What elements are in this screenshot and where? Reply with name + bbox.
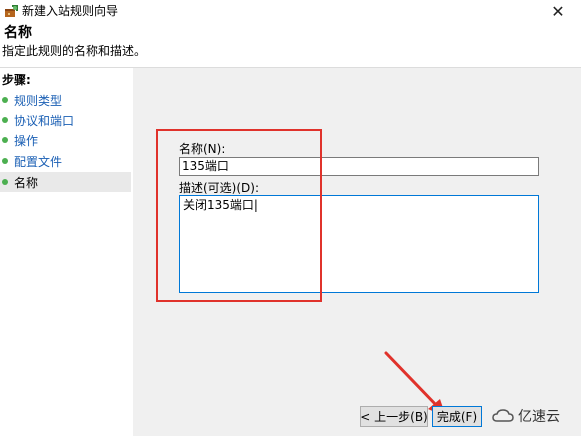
- green-bullet-icon: [2, 137, 8, 143]
- green-bullet-icon: [2, 179, 8, 185]
- green-bullet-icon: [2, 158, 8, 164]
- step-label: 配置文件: [14, 154, 63, 169]
- cloud-logo-icon: [492, 409, 514, 422]
- step-label: 操作: [14, 133, 39, 148]
- step-profile[interactable]: 配置文件: [0, 151, 131, 171]
- green-bullet-icon: [2, 117, 8, 123]
- step-action[interactable]: 操作: [0, 130, 131, 150]
- watermark: 亿速云: [492, 402, 581, 430]
- window-title: 新建入站规则向导: [22, 4, 119, 18]
- step-name-current[interactable]: 名称: [0, 172, 131, 192]
- finish-button[interactable]: 完成(F): [432, 406, 482, 427]
- highlight-annotation-box: [156, 129, 322, 302]
- steps-header: 步骤:: [2, 73, 31, 87]
- close-button[interactable]: ✕: [535, 0, 581, 22]
- steps-pane: 步骤: 规则类型 协议和端口 操作 配置文件 名称: [0, 68, 133, 436]
- watermark-text: 亿速云: [518, 409, 560, 425]
- step-label: 协议和端口: [14, 113, 75, 128]
- close-icon: ✕: [551, 1, 565, 21]
- back-button[interactable]: < 上一步(B): [360, 406, 428, 427]
- firewall-wizard-icon: [5, 5, 18, 17]
- page-title: 名称: [4, 25, 32, 41]
- green-bullet-icon: [2, 97, 8, 103]
- step-label: 规则类型: [14, 93, 63, 108]
- step-label: 名称: [14, 175, 39, 190]
- page-description: 指定此规则的名称和描述。: [2, 44, 147, 58]
- step-protocol-ports[interactable]: 协议和端口: [0, 110, 131, 130]
- step-rule-type[interactable]: 规则类型: [0, 90, 131, 110]
- title-bar: 新建入站规则向导 ✕: [0, 0, 581, 22]
